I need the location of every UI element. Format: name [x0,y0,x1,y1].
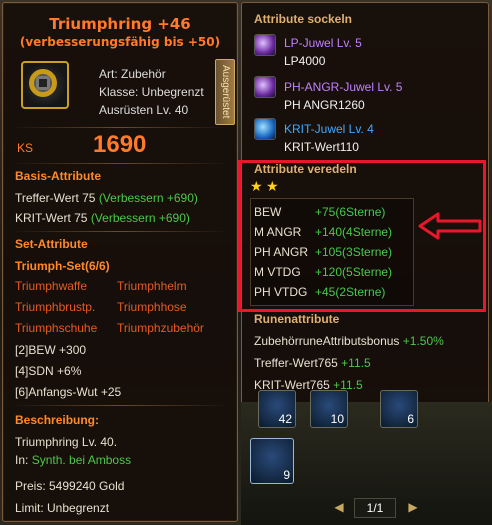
refine-label: PH VTDG [254,285,308,299]
item-subtitle: (verbesserungsfähig bis +50) [19,35,221,49]
basis-label: KRIT-Wert 75 [15,211,88,225]
prev-page-button[interactable]: ◀ [330,498,348,516]
blue-gem-icon [254,118,276,140]
rune-row: Treffer-Wert765 +11.5 [254,356,371,370]
refine-label: M VTDG [254,265,301,279]
divider [9,231,231,232]
purple-gem-icon [254,34,276,56]
star-icon: ★ [250,178,263,194]
inventory-slot[interactable]: 10 [310,390,348,428]
inventory-slot[interactable]: 9 [250,438,294,484]
set-bonus: [2]BEW +300 [15,343,87,357]
description-source: In: Synth. bei Amboss [15,453,131,467]
slot-count: 10 [330,412,344,426]
divider [9,405,231,406]
set-bonus: [4]SDN +6% [15,364,82,378]
description-header: Beschreibung: [15,413,100,427]
gem-value: PH ANGR1260 [284,98,365,112]
set-item: Triumphhelm [117,279,187,293]
set-header: Set-Attribute [15,237,88,251]
refine-value: +45(2Sterne) [315,285,386,299]
set-item: Triumphwaffe [15,279,88,293]
equipped-badge: Ausgerüstet [215,59,235,125]
limit: Limit: Unbegrenzt [15,501,110,515]
item-tooltip: Triumphring +46 (verbesserungsfähig bis … [2,2,238,522]
gem-name: LP-Juwel Lv. 5 [284,36,362,50]
refine-value: +105(3Sterne) [315,245,393,259]
basis-row: KRIT-Wert 75 (Verbessern +690) [15,211,190,225]
page-indicator: 1/1 [354,498,396,518]
refine-value: +120(5Sterne) [315,265,393,279]
purple-gem-icon [254,76,276,98]
item-level: Ausrüsten Lv. 40 [99,103,189,117]
basis-header: Basis-Attribute [15,169,102,183]
set-item: Triumphhose [117,300,187,314]
basis-row: Treffer-Wert 75 (Verbessern +690) [15,191,198,205]
basis-label: Treffer-Wert 75 [15,191,96,205]
inventory-slot[interactable]: 6 [380,390,418,428]
inventory-slot[interactable]: 42 [258,390,296,428]
item-class: Klasse: Unbegrenzt [99,85,204,99]
divider [9,163,231,164]
set-item: Triumphschuhe [15,321,98,335]
refine-label: M ANGR [254,225,302,239]
ring-icon [21,61,69,109]
item-title: Triumphring +46 [49,15,191,33]
refine-label: PH ANGR [254,245,309,259]
rune-label: Treffer-Wert765 [254,356,338,370]
basis-bonus: (Verbessern +690) [98,191,198,205]
source-prefix: In: [15,453,29,467]
left-arrow-icon [418,212,482,240]
next-page-button[interactable]: ▶ [404,498,422,516]
basis-bonus: (Verbessern +690) [90,211,190,225]
set-item: Triumphzubehör [117,321,204,335]
slot-count: 6 [407,412,414,426]
rune-label: ZubehörruneAttributsbonus [254,334,400,348]
refine-label: BEW [254,205,282,219]
star-icon: ★ [266,178,279,194]
refine-value: +75(6Sterne) [315,205,386,219]
divider [9,127,231,128]
rune-value: +1.50% [402,334,444,348]
gem-value: KRIT-Wert110 [284,140,359,154]
ks-value: 1690 [93,131,147,158]
pagination: ◀ 1/1 ▶ [318,496,428,518]
refine-header: Attribute veredeln [254,162,357,176]
item-type: Art: Zubehör [99,67,166,81]
refine-value: +140(4Sterne) [315,225,393,239]
description-text: Triumphring Lv. 40. [15,435,118,449]
price: Preis: 5499240 Gold [15,479,125,493]
gem-name: KRIT-Juwel Lv. 4 [284,122,374,136]
slot-count: 9 [283,468,290,482]
rune-value: +11.5 [341,356,371,370]
slot-count: 42 [278,412,292,426]
set-title: Triumph-Set(6/6) [15,259,110,273]
set-bonus: [6]Anfangs-Wut +25 [15,385,122,399]
ks-label: KS [17,141,34,155]
rune-row: ZubehörruneAttributsbonus +1.50% [254,334,444,348]
source-link[interactable]: Synth. bei Amboss [32,453,131,467]
gem-name: PH-ANGR-Juwel Lv. 5 [284,80,403,94]
set-item: Triumphbrustp. [15,300,96,314]
gem-value: LP4000 [284,54,326,68]
runes-header: Runenattribute [254,312,340,326]
sockets-header: Attribute sockeln [254,12,353,26]
